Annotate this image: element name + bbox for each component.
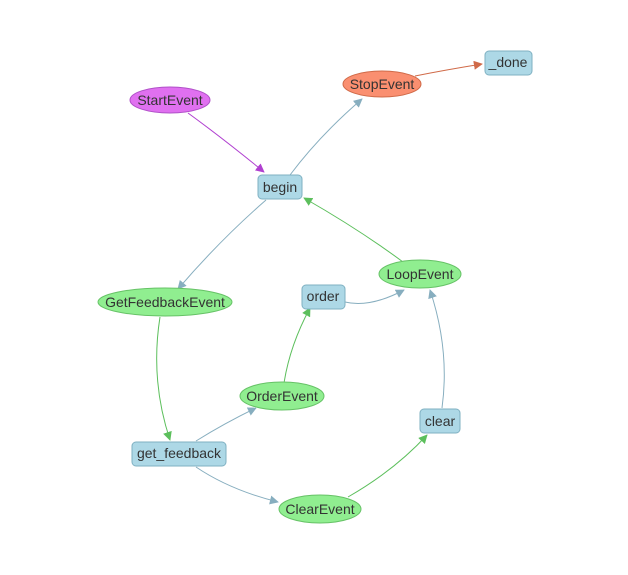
node-label: _done: [488, 54, 528, 70]
edge-order-loopevent: [344, 289, 405, 304]
node-label: StopEvent: [350, 76, 415, 92]
node-label: GetFeedbackEvent: [105, 294, 225, 310]
edge-getfeedback-clearevent: [195, 466, 279, 505]
node-begin[interactable]: begin: [257, 174, 303, 200]
node-label: LoopEvent: [387, 266, 454, 282]
node-orderevent[interactable]: OrderEvent: [239, 381, 325, 411]
node-label: StartEvent: [137, 92, 202, 108]
node-get-feedback[interactable]: get_feedback: [131, 441, 227, 467]
node-getfeedbackevent[interactable]: GetFeedbackEvent: [97, 287, 233, 317]
node-order[interactable]: order: [301, 284, 346, 310]
node-label: order: [307, 288, 340, 304]
node-done[interactable]: _done: [484, 50, 533, 76]
node-startevent[interactable]: StartEvent: [129, 86, 211, 114]
edge-getfeedbackevent-getfeedback: [156, 316, 172, 441]
node-clear[interactable]: clear: [419, 408, 461, 434]
node-label: OrderEvent: [246, 388, 318, 404]
edge-clearevent-clear: [347, 434, 428, 498]
edge-begin-stopevent: [289, 98, 363, 176]
edge-orderevent-order: [283, 307, 311, 384]
node-clearevent[interactable]: ClearEvent: [278, 494, 362, 524]
node-loopevent[interactable]: LoopEvent: [378, 259, 462, 289]
edge-clear-loopevent: [428, 289, 445, 409]
node-label: ClearEvent: [285, 501, 354, 517]
edge-begin-getfeedbackevent: [177, 199, 267, 290]
edge-stopevent-done: [414, 60, 483, 77]
node-label: get_feedback: [137, 445, 222, 461]
edge-loopevent-begin: [303, 197, 404, 263]
node-label: clear: [425, 413, 456, 429]
node-label: begin: [263, 179, 297, 195]
node-stopevent[interactable]: StopEvent: [342, 70, 422, 98]
edge-startevent-begin: [187, 112, 265, 173]
edge-getfeedback-orderevent: [195, 407, 257, 442]
workflow-graph: StartEvent StopEvent _done begin GetFeed…: [97, 50, 533, 524]
